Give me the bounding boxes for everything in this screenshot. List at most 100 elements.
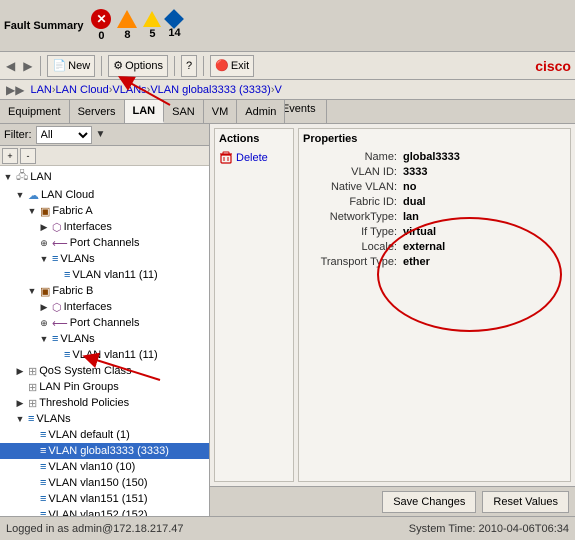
tree-item-vlan152[interactable]: ≡ VLAN vlan152 (152): [0, 507, 209, 516]
expand-vlan11-a[interactable]: [50, 269, 62, 281]
fault-major[interactable]: 8: [117, 10, 137, 41]
tree-item-qos[interactable]: ▶ ⊞ QoS System Class: [0, 363, 209, 379]
exit-button[interactable]: 🔴 Exit: [210, 55, 254, 77]
tree-item-port-channels-b[interactable]: ⊕ ⟵ Port Channels: [0, 315, 209, 331]
expand-vlan152[interactable]: [26, 509, 38, 516]
tab-equipment[interactable]: Equipment: [0, 100, 70, 123]
vlan-icon-b: ≡: [52, 333, 58, 345]
tree-item-vlans-root[interactable]: ▼ ≡ VLANs: [0, 411, 209, 427]
tree-item-lan-pin[interactable]: ⊞ LAN Pin Groups: [0, 379, 209, 395]
tree-item-lan[interactable]: ▼ 🖧 LAN: [0, 166, 209, 187]
expand-vlan-global3333[interactable]: [26, 445, 38, 457]
forward-arrow[interactable]: ▶: [21, 59, 34, 73]
tree-item-vlan-default[interactable]: ≡ VLAN default (1): [0, 427, 209, 443]
tree-container[interactable]: ▼ 🖧 LAN ▼ ☁ LAN Cloud ▼ ▣ Fabric A: [0, 166, 209, 516]
tab-vm[interactable]: VM: [204, 100, 238, 123]
tree-item-port-channels-a[interactable]: ⊕ ⟵ Port Channels: [0, 235, 209, 251]
tree-item-interfaces-b[interactable]: ▶ ⬡ Interfaces: [0, 299, 209, 315]
tree-item-vlans-b[interactable]: ▼ ≡ VLANs: [0, 331, 209, 347]
back-arrow[interactable]: ◀: [4, 59, 17, 73]
tree-item-fabric-b[interactable]: ▼ ▣ Fabric B: [0, 283, 209, 299]
toolbar-sep-1: [40, 56, 41, 76]
breadcrumb-lan[interactable]: LAN: [30, 84, 51, 96]
expand-lan-cloud[interactable]: ▼: [14, 189, 26, 201]
prop-row-nativevlan: Native VLAN: no: [303, 181, 566, 193]
new-icon: 📄: [52, 59, 66, 72]
help-button[interactable]: ?: [181, 55, 197, 77]
breadcrumb-vlan-global[interactable]: VLAN global3333 (3333): [150, 84, 270, 96]
fault-summary-bar: Fault Summary ✕ 0 8 5 14: [0, 0, 575, 52]
tab-admin[interactable]: Admin: [237, 100, 285, 123]
prop-row-fabricid: Fabric ID: dual: [303, 196, 566, 208]
expand-vlans-b[interactable]: ▼: [38, 333, 50, 345]
tab-lan[interactable]: LAN: [125, 100, 165, 123]
expand-vlans-root[interactable]: ▼: [14, 413, 26, 425]
delete-action[interactable]: Delete: [219, 151, 289, 165]
critical-icon: ✕: [91, 9, 111, 29]
critical-count: 0: [98, 30, 104, 42]
fault-critical[interactable]: ✕ 0: [91, 9, 111, 42]
expand-vlans-a[interactable]: ▼: [38, 253, 50, 265]
tree-item-lan-cloud[interactable]: ▼ ☁ LAN Cloud: [0, 187, 209, 203]
prop-label-locale: Locale:: [303, 241, 403, 253]
toolbar-sep-3: [174, 56, 175, 76]
expand-lan-pin[interactable]: [14, 381, 26, 393]
action-buttons-bar: Save Changes Reset Values: [210, 486, 575, 516]
tree-item-vlan150[interactable]: ≡ VLAN vlan150 (150): [0, 475, 209, 491]
fault-info[interactable]: 14: [167, 12, 181, 39]
expand-iface-a[interactable]: ▶: [38, 221, 50, 233]
filter-select[interactable]: All Critical Major Minor Info: [36, 126, 92, 144]
expand-threshold[interactable]: ▶: [14, 397, 26, 409]
tab-bar: Equipment Servers LAN SAN VM Admin: [0, 100, 209, 124]
fault-minor[interactable]: 5: [143, 11, 161, 40]
properties-title: Properties: [303, 133, 566, 145]
tree-item-vlan10[interactable]: ≡ VLAN vlan10 (10): [0, 459, 209, 475]
tree-item-threshold[interactable]: ▶ ⊞ Threshold Policies: [0, 395, 209, 411]
expand-vlan-default[interactable]: [26, 429, 38, 441]
breadcrumb-lan-cloud[interactable]: LAN Cloud: [56, 84, 109, 96]
breadcrumb-v[interactable]: V: [275, 84, 282, 96]
tree-expand-all[interactable]: +: [2, 148, 18, 164]
prop-label-nettype: NetworkType:: [303, 211, 403, 223]
filter-dropdown-icon: ▼: [96, 129, 106, 140]
expand-vlan151[interactable]: [26, 493, 38, 505]
expand-vlan11-b[interactable]: [50, 349, 62, 361]
prop-label-transport: Transport Type:: [303, 256, 403, 268]
tree-item-interfaces-a[interactable]: ▶ ⬡ Interfaces: [0, 219, 209, 235]
expand-vlan10[interactable]: [26, 461, 38, 473]
interface-icon-b: ⬡: [52, 301, 62, 314]
tree-item-vlans-a[interactable]: ▼ ≡ VLANs: [0, 251, 209, 267]
major-icon: [117, 10, 137, 28]
tab-servers[interactable]: Servers: [70, 100, 125, 123]
new-button[interactable]: 📄 New: [47, 55, 95, 77]
tree-item-fabric-a[interactable]: ▼ ▣ Fabric A: [0, 203, 209, 219]
prop-value-transport: ether: [403, 256, 430, 268]
breadcrumb-back[interactable]: ▶▶: [4, 83, 26, 97]
tree-collapse-all[interactable]: -: [20, 148, 36, 164]
options-button[interactable]: ⚙ Options: [108, 55, 168, 77]
vlan-item-icon-a: ≡: [64, 269, 70, 281]
tree-item-vlan11-b[interactable]: ≡ VLAN vlan11 (11): [0, 347, 209, 363]
fabric-a-icon: ▣: [40, 205, 50, 218]
tree-item-vlan151[interactable]: ≡ VLAN vlan151 (151): [0, 491, 209, 507]
tree-item-vlan11-a[interactable]: ≡ VLAN vlan11 (11): [0, 267, 209, 283]
major-count: 8: [124, 29, 130, 41]
system-time: System Time: 2010-04-06T06:34: [409, 523, 569, 535]
expand-port-b[interactable]: ⊕: [38, 317, 50, 329]
expand-fabric-b[interactable]: ▼: [26, 285, 38, 297]
vlan-default-icon: ≡: [40, 429, 46, 441]
filter-bar: Filter: All Critical Major Minor Info ▼: [0, 124, 209, 146]
expand-lan[interactable]: ▼: [2, 171, 14, 183]
vlan-icon-a: ≡: [52, 253, 58, 265]
reset-values-button[interactable]: Reset Values: [482, 491, 569, 513]
vlan10-icon: ≡: [40, 461, 46, 473]
expand-port-a[interactable]: ⊕: [38, 237, 50, 249]
expand-fabric-a[interactable]: ▼: [26, 205, 38, 217]
tab-san[interactable]: SAN: [164, 100, 204, 123]
tree-item-vlan-global3333[interactable]: ≡ VLAN global3333 (3333): [0, 443, 209, 459]
save-changes-button[interactable]: Save Changes: [382, 491, 476, 513]
expand-qos[interactable]: ▶: [14, 365, 26, 377]
breadcrumb-vlans[interactable]: VLANs: [112, 84, 146, 96]
expand-vlan150[interactable]: [26, 477, 38, 489]
expand-iface-b[interactable]: ▶: [38, 301, 50, 313]
